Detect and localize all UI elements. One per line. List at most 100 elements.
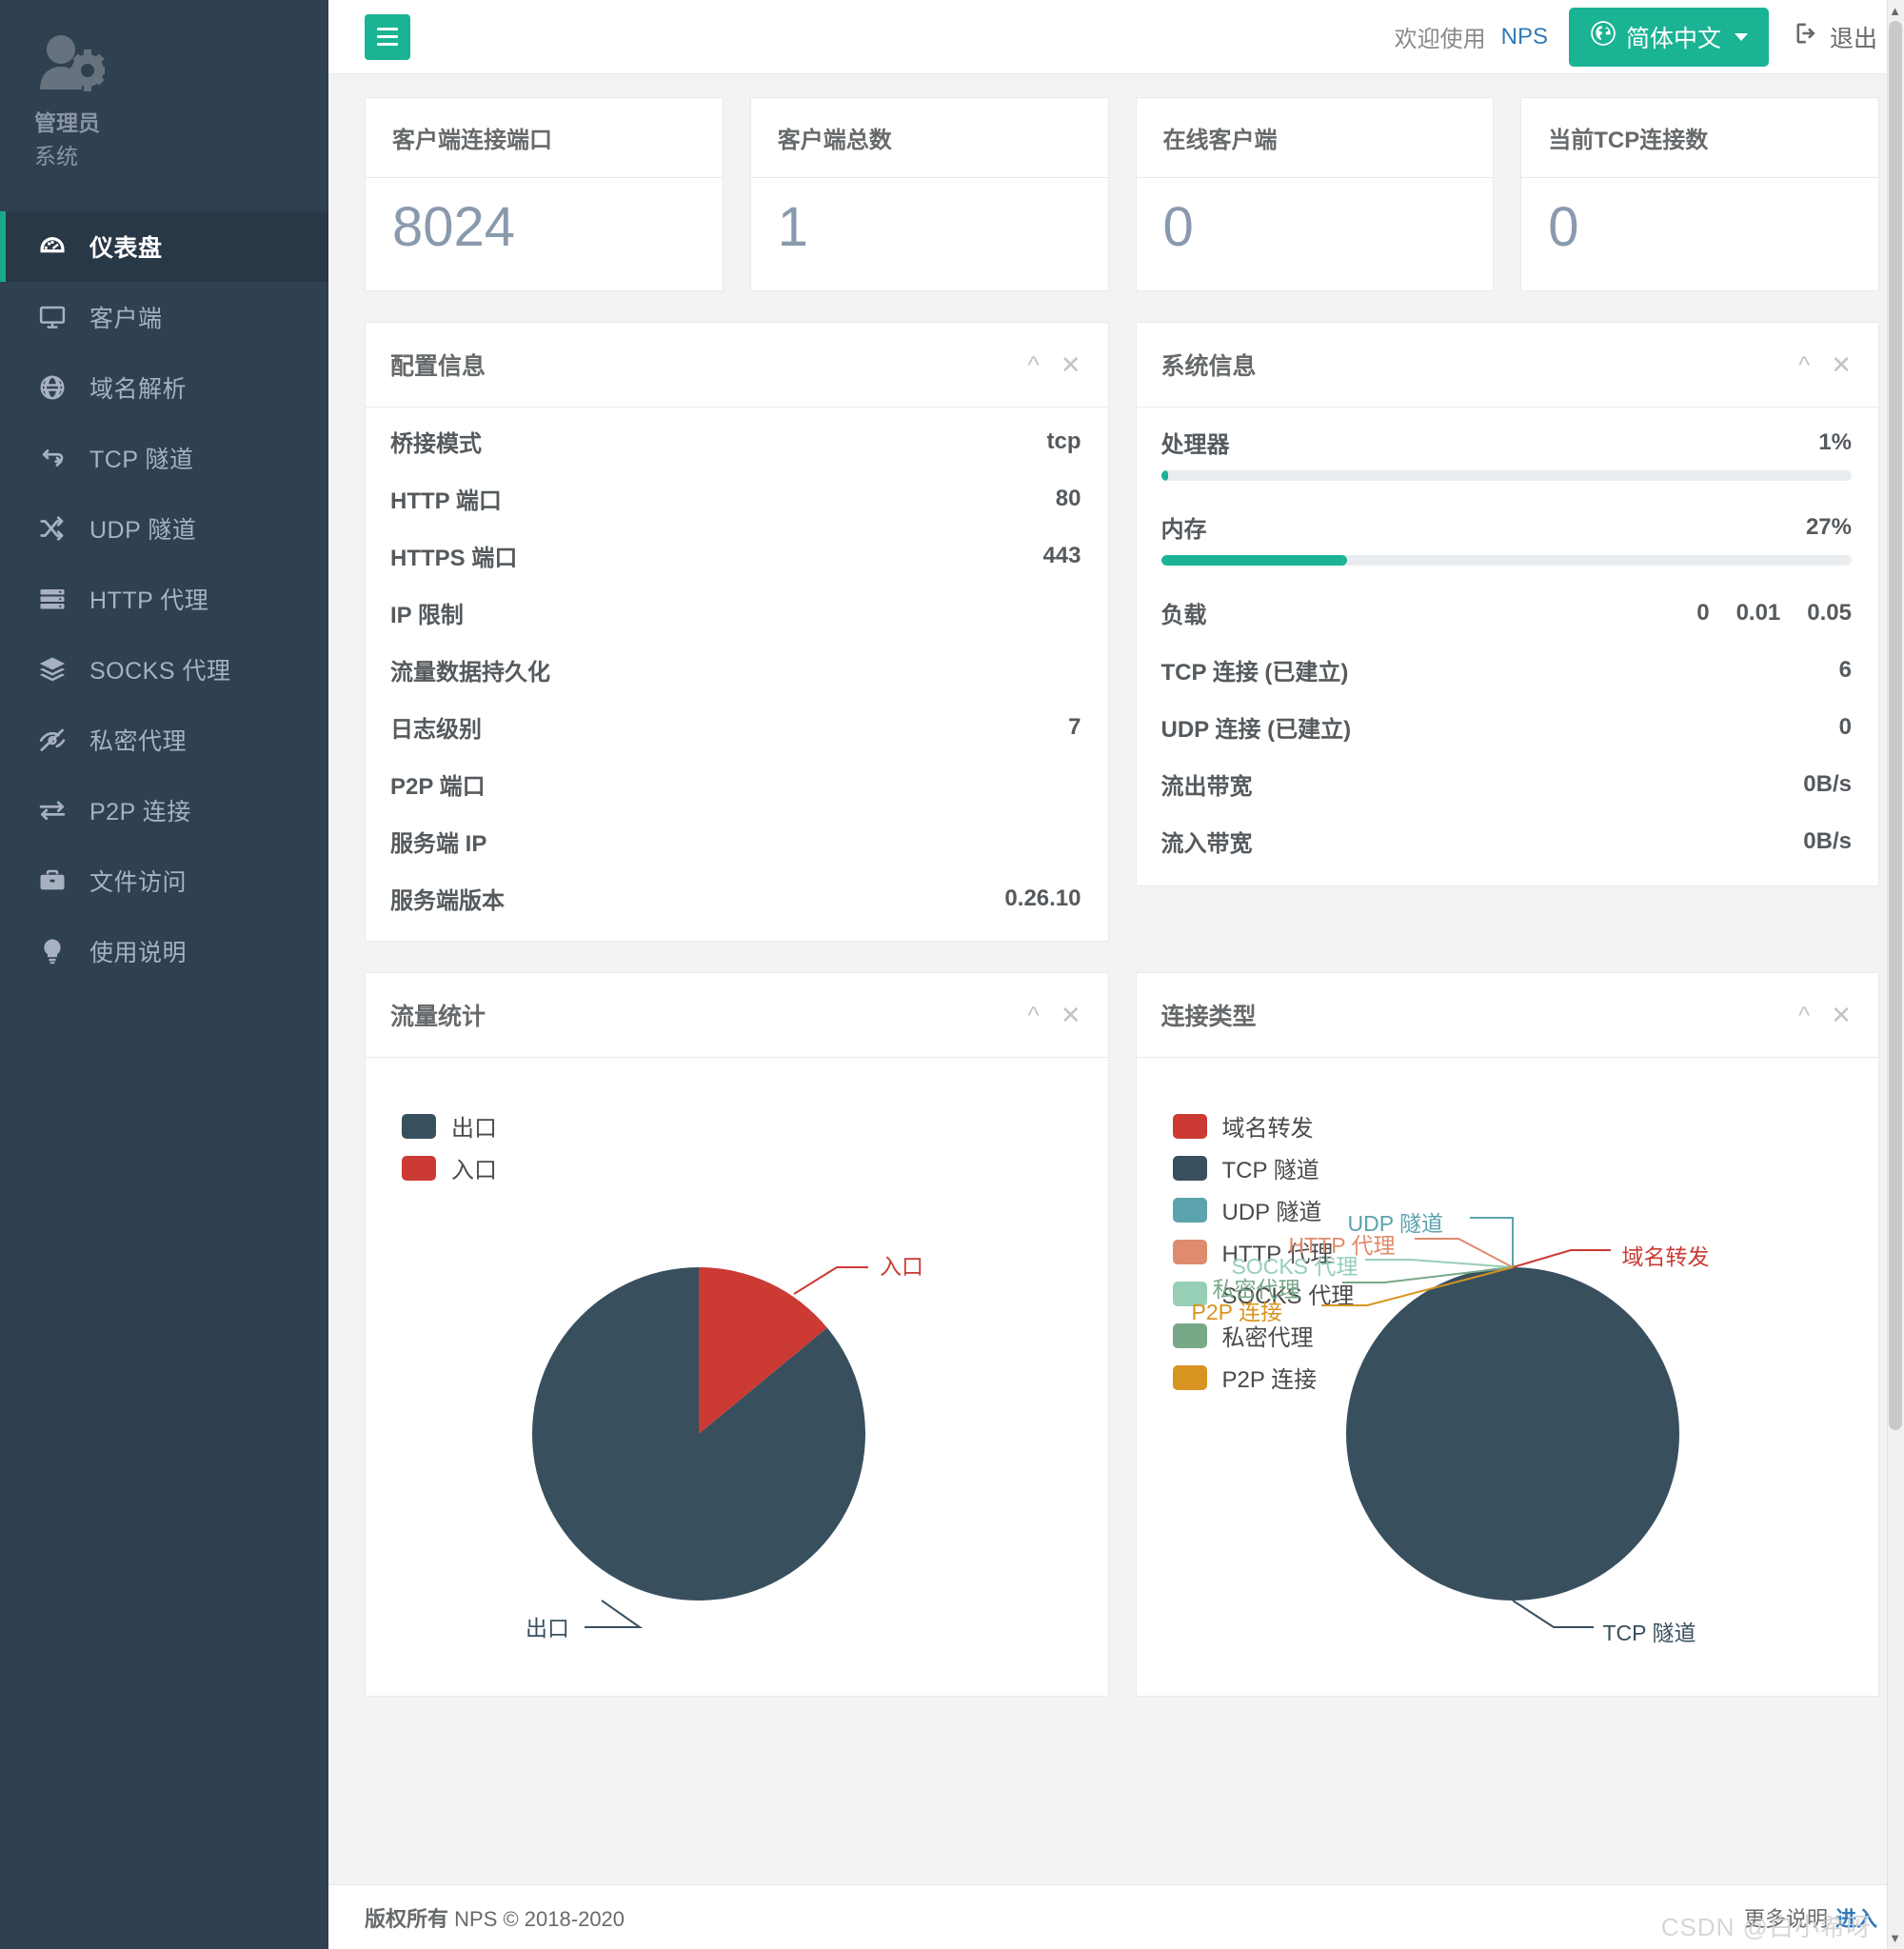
chevron-up-icon[interactable]: ^ xyxy=(1798,1003,1810,1027)
sidebar-item-label: P2P 连接 xyxy=(89,799,191,825)
scroll-down-arrow[interactable]: ▼ xyxy=(1889,1931,1901,1945)
sidebar: 管理员 系统 仪表盘 客户端 域名解析 TCP 隧道 UDP 隧道 HTTP 代… xyxy=(0,0,328,1949)
legend-item[interactable]: 域名转发 xyxy=(1172,1105,1355,1147)
sidebar-item-label: UDP 隧道 xyxy=(89,517,197,544)
table-row: 日志级别 7 xyxy=(366,699,1108,756)
sidebar-item-dashboard[interactable]: 仪表盘 xyxy=(0,211,328,282)
stat-title: 在线客户端 xyxy=(1136,98,1494,178)
load-label: 负载 xyxy=(1160,603,1207,629)
memory-usage: 内存 27% xyxy=(1137,500,1879,585)
legend-label: 域名转发 xyxy=(1221,1116,1314,1143)
close-icon[interactable]: ✕ xyxy=(1061,352,1081,377)
globe-icon xyxy=(1590,20,1616,53)
info-panels-row: 配置信息 ^ ✕ 桥接模式 tcp HTTP 端口 80 HTTPS 端口 443 I… xyxy=(365,321,1879,942)
legend-swatch xyxy=(1172,1239,1207,1264)
lightbulb-icon xyxy=(38,937,80,965)
stat-value: 1 xyxy=(777,196,809,258)
panel-header: 系统信息 ^ ✕ xyxy=(1136,323,1878,408)
exchange-arrows-icon xyxy=(38,444,80,472)
stat-title: 当前TCP连接数 xyxy=(1521,98,1878,178)
stat-cards-row: 客户端连接端口 8024 客户端总数 1 在线客户端 0 当前TCP连接数 0 xyxy=(365,97,1879,291)
chevron-up-icon[interactable]: ^ xyxy=(1798,352,1810,377)
legend-label: TCP 隧道 xyxy=(1221,1158,1319,1184)
row-key: HTTP 端口 xyxy=(390,488,502,515)
panel-tools: ^ ✕ xyxy=(1028,1003,1081,1027)
legend-item[interactable]: 入口 xyxy=(402,1147,497,1189)
panel-header: 流量统计 ^ ✕ xyxy=(366,973,1108,1058)
close-icon[interactable]: ✕ xyxy=(1061,1003,1081,1027)
panel-header: 配置信息 ^ ✕ xyxy=(366,323,1108,408)
sidebar-item-file-access[interactable]: 文件访问 xyxy=(0,845,328,916)
sidebar-item-private-proxy[interactable]: 私密代理 xyxy=(0,705,328,775)
logout-button[interactable]: 退出 xyxy=(1794,20,1877,54)
profile-subtitle: 系统 xyxy=(34,143,78,169)
table-row: 桥接模式 tcp xyxy=(366,413,1108,470)
pie-label-inbound: 入口 xyxy=(880,1253,923,1279)
stat-card-client-port: 客户端连接端口 8024 xyxy=(365,97,724,291)
legend-swatch xyxy=(1172,1323,1207,1348)
stat-title: 客户端总数 xyxy=(750,98,1108,178)
shuffle-icon xyxy=(38,514,80,543)
table-row: 流入带宽 0B/s xyxy=(1137,813,1879,870)
sidebar-item-http-proxy[interactable]: HTTP 代理 xyxy=(0,564,328,634)
scrollbar[interactable]: ▲ ▼ xyxy=(1887,0,1904,1949)
row-key: UDP 连接 (已建立) xyxy=(1160,717,1352,744)
copyright-rest: NPS © 2018-2020 xyxy=(454,1906,625,1931)
dashboard-icon xyxy=(38,232,80,261)
footer-right: 更多说明 进入 xyxy=(1744,1902,1877,1933)
language-selector[interactable]: 简体中文 xyxy=(1568,7,1769,67)
scroll-up-arrow[interactable]: ▲ xyxy=(1889,4,1901,18)
layers-icon xyxy=(38,655,80,684)
table-row: TCP 连接 (已建立) 6 xyxy=(1137,642,1879,699)
brand-link[interactable]: NPS xyxy=(1501,24,1548,50)
row-key: TCP 连接 (已建立) xyxy=(1160,660,1349,686)
sidebar-item-client[interactable]: 客户端 xyxy=(0,282,328,352)
row-value: 0 xyxy=(1838,713,1852,740)
sidebar-item-domain[interactable]: 域名解析 xyxy=(0,352,328,423)
close-icon[interactable]: ✕ xyxy=(1831,352,1852,377)
table-row: 流出带宽 0B/s xyxy=(1137,756,1879,813)
legend-swatch xyxy=(402,1155,436,1181)
legend-item[interactable]: 出口 xyxy=(402,1105,497,1147)
row-key: 流量数据持久化 xyxy=(390,660,550,686)
scrollbar-thumb[interactable] xyxy=(1889,21,1902,1430)
sidebar-item-udp-tunnel[interactable]: UDP 隧道 xyxy=(0,493,328,564)
sidebar-item-socks-proxy[interactable]: SOCKS 代理 xyxy=(0,634,328,705)
profile-name: 管理员 xyxy=(34,110,100,135)
legend-swatch xyxy=(1172,1155,1207,1181)
pie-label-p2p: P2P 连接 xyxy=(1191,1299,1282,1324)
stat-title: 客户端连接端口 xyxy=(366,98,723,178)
row-key: HTTPS 端口 xyxy=(390,546,518,572)
language-label: 简体中文 xyxy=(1625,25,1721,52)
legend-swatch xyxy=(1172,1197,1207,1223)
panel-tools: ^ ✕ xyxy=(1798,352,1852,377)
traffic-legend: 出口 入口 xyxy=(402,1105,497,1189)
legend-label: 出口 xyxy=(451,1116,497,1143)
table-row: 服务端 IP xyxy=(366,813,1108,870)
table-row: P2P 端口 xyxy=(366,756,1108,813)
app-root: 管理员 系统 仪表盘 客户端 域名解析 TCP 隧道 UDP 隧道 HTTP 代… xyxy=(0,0,1904,1949)
hamburger-icon[interactable] xyxy=(365,13,410,60)
legend-item[interactable]: TCP 隧道 xyxy=(1172,1147,1355,1189)
close-icon[interactable]: ✕ xyxy=(1831,1003,1852,1027)
enter-link[interactable]: 进入 xyxy=(1835,1902,1877,1933)
memory-value: 27% xyxy=(1805,513,1852,540)
row-key: IP 限制 xyxy=(390,603,464,629)
cpu-usage: 处理器 1% xyxy=(1137,415,1879,500)
chevron-up-icon[interactable]: ^ xyxy=(1028,352,1040,377)
sidebar-item-help[interactable]: 使用说明 xyxy=(0,916,328,986)
sidebar-item-label: 域名解析 xyxy=(89,376,188,403)
traffic-pie-chart: 出口 入口 入口 出口 xyxy=(366,1058,1108,1696)
sidebar-item-tcp-tunnel[interactable]: TCP 隧道 xyxy=(0,423,328,493)
memory-progress-bar xyxy=(1160,554,1852,566)
sidebar-item-label: 私密代理 xyxy=(89,728,188,755)
stat-card-total-clients: 客户端总数 1 xyxy=(749,97,1109,291)
stat-card-online-clients: 在线客户端 0 xyxy=(1135,97,1495,291)
legend-swatch xyxy=(402,1113,436,1139)
chevron-up-icon[interactable]: ^ xyxy=(1028,1003,1040,1027)
stat-value: 8024 xyxy=(392,196,516,258)
sidebar-item-p2p[interactable]: P2P 连接 xyxy=(0,775,328,845)
footer: 版权所有 NPS © 2018-2020 更多说明 进入 xyxy=(328,1884,1904,1949)
stat-value: 0 xyxy=(1548,196,1579,258)
legend-swatch xyxy=(1172,1364,1207,1390)
